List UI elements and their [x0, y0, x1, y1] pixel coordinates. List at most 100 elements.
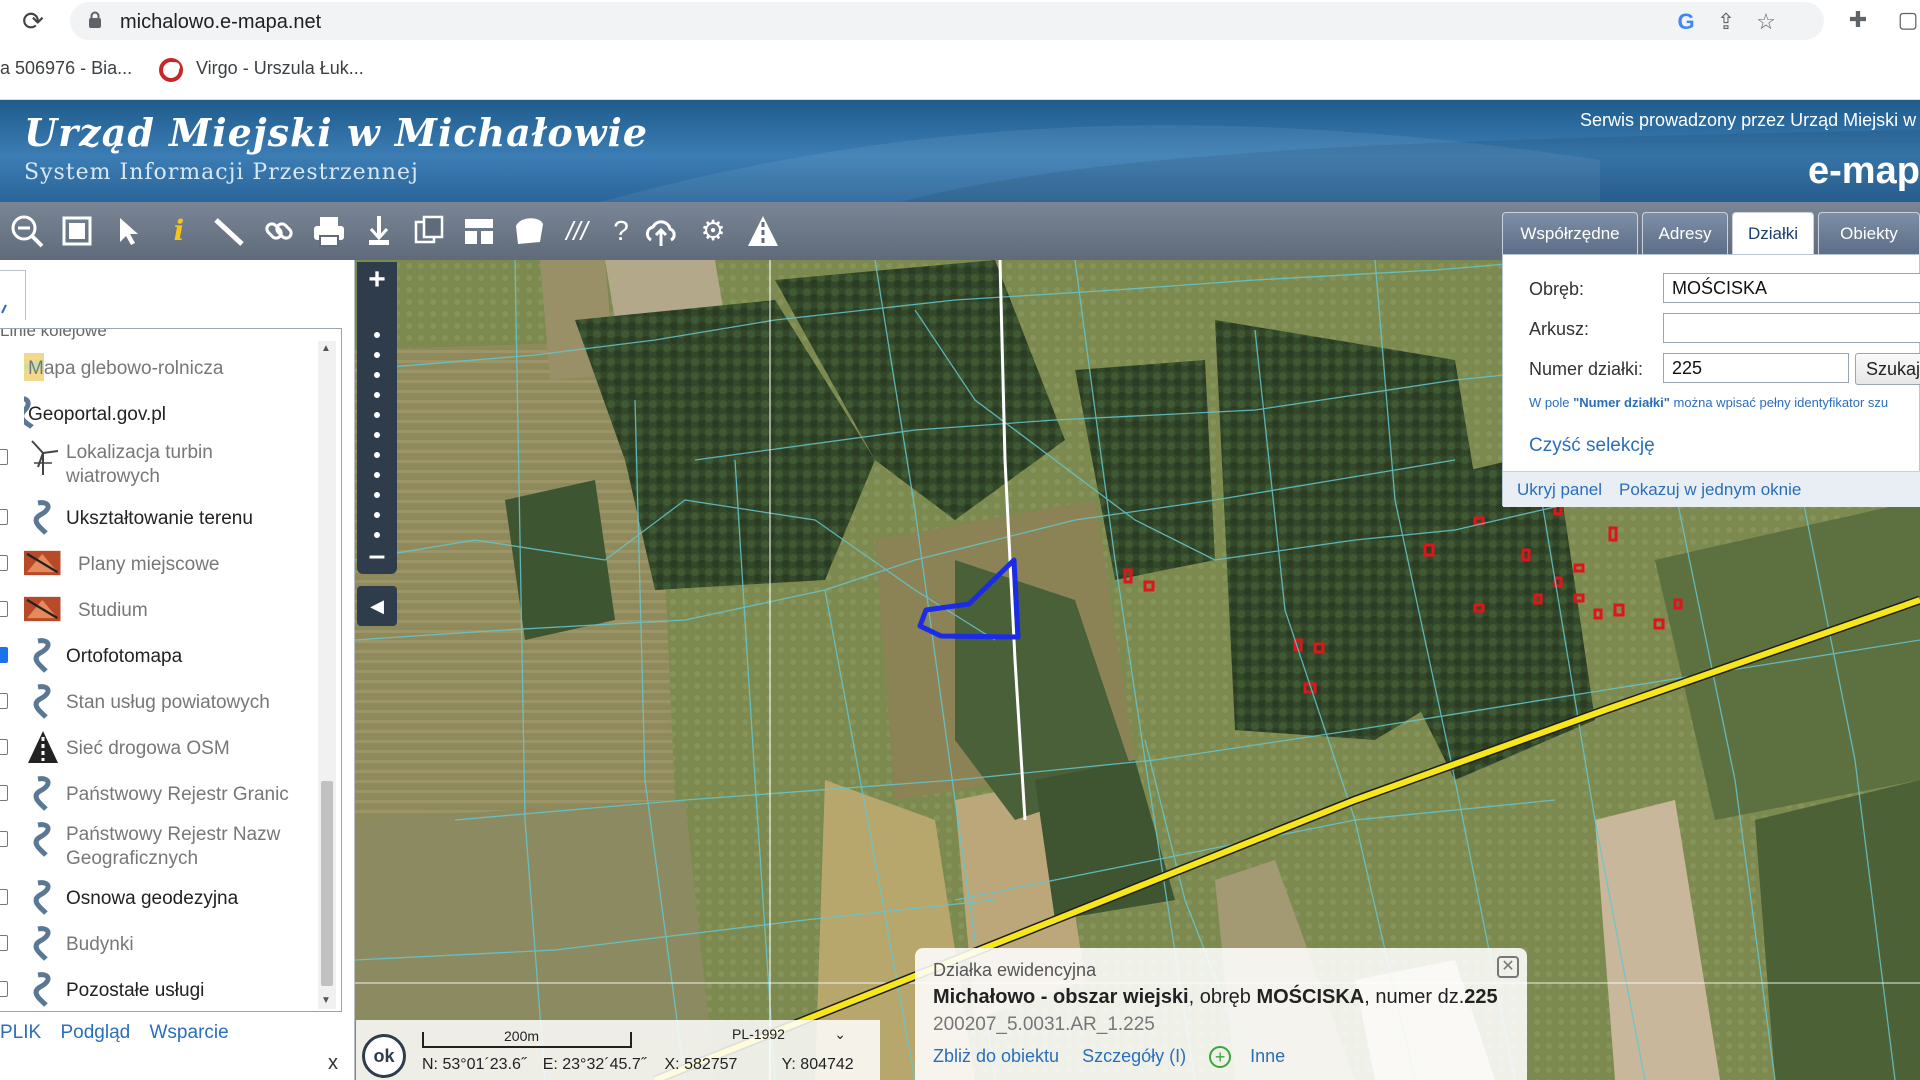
- crs-select[interactable]: PL-1992 ⌄: [732, 1026, 852, 1050]
- tab-obiekty[interactable]: Obiekty: [1818, 212, 1920, 254]
- scroll-thumb[interactable]: [321, 781, 333, 986]
- bookmark-item[interactable]: Virgo - Urszula Łuk...: [196, 58, 364, 79]
- zoom-level-dot[interactable]: [374, 492, 380, 498]
- zoom-level-dot[interactable]: [374, 332, 380, 338]
- layer-checkbox[interactable]: [0, 555, 8, 571]
- layer-item[interactable]: Pozostałe usługi: [0, 967, 320, 1011]
- layer-item[interactable]: Geoportal.gov.pl: [0, 391, 320, 435]
- close-icon[interactable]: ✕: [1497, 956, 1519, 978]
- layer-checkbox[interactable]: [0, 509, 8, 525]
- obreb-field[interactable]: MOŚCISKA: [1663, 273, 1920, 303]
- layer-label: Lokalizacja turbin wiatrowych: [66, 442, 213, 487]
- layer-label: Geoportal.gov.pl: [28, 404, 167, 425]
- layer-item[interactable]: Budynki: [0, 921, 320, 965]
- collapse-panel-button[interactable]: ◀: [357, 586, 397, 626]
- layer-checkbox[interactable]: [0, 601, 8, 617]
- print-icon[interactable]: [310, 212, 348, 250]
- layer-item[interactable]: Ukształtowanie terenu: [0, 495, 320, 539]
- hint-bold: "Numer działki": [1573, 395, 1670, 410]
- layer-checkbox-checked[interactable]: [0, 647, 8, 663]
- layer-checkbox[interactable]: [0, 831, 8, 847]
- info-icon[interactable]: i: [160, 212, 198, 250]
- geoportal-icon: [33, 776, 51, 811]
- tab-wspolrzedne[interactable]: Współrzędne: [1502, 212, 1638, 254]
- zoom-to-object-link[interactable]: Zbliż do obiektu: [933, 1046, 1059, 1066]
- layer-item[interactable]: Państwowy Rejestr Nazw Geograficznych: [0, 817, 320, 873]
- tab-adresy[interactable]: Adresy: [1642, 212, 1728, 254]
- plus-icon[interactable]: +: [1209, 1046, 1232, 1069]
- scroll-down-icon[interactable]: ▼: [321, 995, 331, 1006]
- road-icon[interactable]: [744, 212, 782, 250]
- google-icon[interactable]: G: [1672, 8, 1700, 36]
- scroll-up-icon[interactable]: ▲: [321, 343, 331, 354]
- geoportal-icon: [33, 638, 51, 673]
- layer-item[interactable]: Państwowy Rejestr Granic: [0, 771, 320, 815]
- zoom-out-button[interactable]: –: [357, 540, 397, 572]
- layout-icon[interactable]: [460, 212, 498, 250]
- layer-item[interactable]: Plany miejscowe: [0, 541, 320, 585]
- tab-dzialki[interactable]: Działki: [1732, 212, 1814, 254]
- layer-item[interactable]: Mapa glebowo-rolnicza: [0, 345, 320, 389]
- layer-checkbox[interactable]: [0, 785, 8, 801]
- close-icon[interactable]: x: [328, 1052, 338, 1075]
- layers-tab[interactable]: [0, 270, 26, 320]
- layer-checkbox[interactable]: [0, 889, 8, 905]
- layer-item[interactable]: Sieć drogowa OSM: [0, 725, 320, 769]
- layer-item[interactable]: Ortofotomapa: [0, 633, 320, 677]
- zoom-level-dot[interactable]: [374, 532, 380, 538]
- layers-copy-icon[interactable]: [410, 212, 448, 250]
- layer-checkbox[interactable]: [0, 935, 8, 951]
- zoom-level-dot[interactable]: [374, 352, 380, 358]
- zoom-level-dot[interactable]: [374, 392, 380, 398]
- extensions-icon[interactable]: ✚: [1844, 6, 1872, 34]
- address-bar[interactable]: michalowo.e-mapa.net G ⇪ ☆: [70, 2, 1824, 40]
- zoom-level-dot[interactable]: [374, 372, 380, 378]
- layers-scrollbar[interactable]: ▲ ▼: [318, 341, 336, 1009]
- details-link[interactable]: Szczegóły (I): [1082, 1046, 1186, 1066]
- zoom-level-dot[interactable]: [374, 452, 380, 458]
- link-icon[interactable]: [260, 212, 298, 250]
- bookmark-item[interactable]: a 506976 - Bia...: [0, 58, 132, 79]
- other-link[interactable]: Inne: [1250, 1046, 1285, 1066]
- file-link[interactable]: PLIK: [0, 1022, 41, 1043]
- pointer-icon[interactable]: [110, 212, 148, 250]
- layer-item[interactable]: Lokalizacja turbin wiatrowych: [0, 435, 320, 491]
- polygon-icon[interactable]: [510, 212, 548, 250]
- zoom-slider[interactable]: + –: [357, 262, 397, 574]
- settings-icon[interactable]: ⚙: [694, 212, 732, 250]
- zoom-level-dot[interactable]: [374, 472, 380, 478]
- layer-label: Budynki: [66, 934, 134, 955]
- layer-checkbox[interactable]: [0, 693, 8, 709]
- zoom-level-dot[interactable]: [374, 512, 380, 518]
- star-icon[interactable]: ☆: [1752, 8, 1780, 36]
- layer-item[interactable]: Studium: [0, 587, 320, 631]
- text: , obręb: [1188, 986, 1257, 1008]
- layer-item[interactable]: Osnowa geodezyjna: [0, 875, 320, 919]
- zoom-level-dot[interactable]: [374, 412, 380, 418]
- measure-icon[interactable]: [210, 212, 248, 250]
- layer-checkbox[interactable]: [0, 981, 8, 997]
- layer-checkbox[interactable]: [0, 739, 8, 755]
- zoom-level-dot[interactable]: [374, 432, 380, 438]
- zoom-in-button[interactable]: +: [357, 264, 397, 296]
- zoom-out-icon[interactable]: [8, 212, 46, 250]
- arkusz-field[interactable]: [1663, 313, 1920, 343]
- reload-icon[interactable]: ⟳: [18, 6, 48, 36]
- numer-field[interactable]: 225: [1663, 353, 1849, 383]
- layer-item[interactable]: Stan usług powiatowych: [0, 679, 320, 723]
- preview-link[interactable]: Podgląd: [60, 1022, 130, 1043]
- download-icon[interactable]: [360, 212, 398, 250]
- sidebar-icon[interactable]: ▢: [1894, 6, 1920, 34]
- single-window-link[interactable]: Pokazuj w jednym oknie: [1619, 480, 1801, 500]
- layer-checkbox[interactable]: [0, 449, 8, 465]
- search-button[interactable]: Szukaj: [1855, 353, 1920, 385]
- hide-panel-link[interactable]: Ukryj panel: [1517, 480, 1602, 500]
- hatch-icon[interactable]: ///: [558, 212, 596, 250]
- help-icon[interactable]: ?: [602, 212, 640, 250]
- cloud-upload-icon[interactable]: [642, 212, 680, 250]
- clear-selection-link[interactable]: Czyść selekcję: [1529, 435, 1655, 457]
- share-icon[interactable]: ⇪: [1712, 8, 1740, 36]
- support-link[interactable]: Wsparcie: [150, 1022, 229, 1043]
- ok-button[interactable]: ok: [362, 1034, 406, 1078]
- full-extent-icon[interactable]: [58, 212, 96, 250]
